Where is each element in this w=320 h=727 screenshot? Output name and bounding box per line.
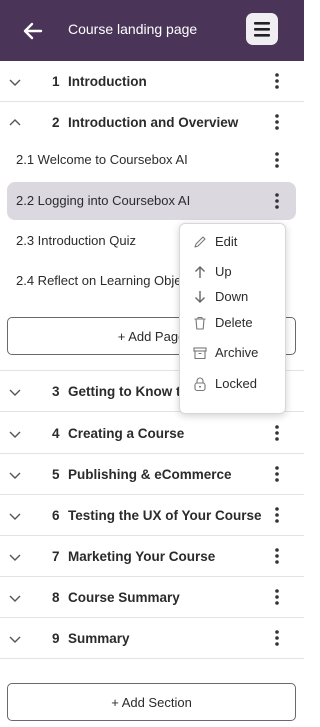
arrow-down-icon [195, 291, 205, 303]
menu-item-label: Up [215, 264, 232, 279]
section-number: 1 [52, 74, 60, 89]
menu-button[interactable] [246, 13, 278, 45]
back-arrow-icon[interactable] [20, 18, 46, 44]
chevron-down-icon[interactable] [8, 632, 22, 646]
chevron-down-icon[interactable] [8, 385, 22, 399]
section-row-2[interactable]: 2 Introduction and Overview [0, 102, 304, 143]
section-title: Publishing & eCommerce [68, 467, 232, 482]
chevron-down-icon[interactable] [8, 468, 22, 482]
hamburger-icon [254, 22, 270, 37]
section-title: Course Summary [68, 590, 180, 605]
section-number: 6 [52, 508, 60, 523]
top-bar: Course landing page [0, 0, 304, 61]
chevron-down-icon[interactable] [8, 427, 22, 441]
lesson-title: 2.2 Logging into Coursebox AI [16, 193, 191, 208]
menu-item-delete[interactable]: Delete [180, 311, 287, 335]
archive-icon [193, 347, 207, 360]
section-row-7[interactable]: 7 Marketing Your Course [0, 536, 304, 577]
section-number: 9 [52, 631, 60, 646]
more-options-icon[interactable] [270, 112, 284, 132]
more-options-icon[interactable] [270, 71, 284, 91]
menu-item-edit[interactable]: Edit [180, 230, 287, 254]
page-title: Course landing page [68, 21, 198, 37]
section-row-5[interactable]: 5 Publishing & eCommerce [0, 454, 304, 495]
section-number: 3 [52, 384, 60, 399]
more-options-icon[interactable] [270, 587, 284, 607]
section-title: Testing the UX of Your Course [68, 508, 262, 523]
pencil-icon [194, 236, 206, 248]
menu-item-label: Archive [215, 345, 259, 360]
chevron-down-icon[interactable] [8, 75, 22, 89]
lesson-title: 2.1 Welcome to Coursebox AI [16, 152, 188, 167]
section-number: 5 [52, 467, 60, 482]
menu-item-up[interactable]: Up [180, 260, 287, 284]
lesson-item[interactable]: 2.1 Welcome to Coursebox AI [7, 141, 296, 179]
section-title: Introduction and Overview [68, 115, 239, 130]
chevron-down-icon[interactable] [8, 509, 22, 523]
lesson-context-menu: Edit Up Down Delete Archive Locked [179, 223, 286, 414]
more-options-icon[interactable] [270, 423, 284, 443]
more-options-icon[interactable] [270, 505, 284, 525]
section-row-8[interactable]: 8 Course Summary [0, 577, 304, 618]
menu-item-label: Down [215, 289, 249, 304]
chevron-down-icon[interactable] [8, 591, 22, 605]
more-options-icon[interactable] [270, 150, 284, 170]
section-title: Marketing Your Course [68, 549, 216, 564]
more-options-icon[interactable] [270, 628, 284, 648]
lesson-title: 2.3 Introduction Quiz [16, 233, 136, 248]
more-options-icon[interactable] [270, 464, 284, 484]
section-row-4[interactable]: 4 Creating a Course [0, 413, 304, 454]
section-title: Summary [68, 631, 130, 646]
section-row-1[interactable]: 1 Introduction [0, 61, 304, 102]
menu-item-down[interactable]: Down [180, 285, 287, 309]
section-number: 2 [52, 115, 60, 130]
section-row-6[interactable]: 6 Testing the UX of Your Course [0, 495, 304, 536]
section-number: 4 [52, 426, 60, 441]
add-section-label: + Add Section [111, 695, 192, 710]
more-options-icon[interactable] [270, 546, 284, 566]
menu-item-label: Locked [215, 376, 257, 391]
arrow-up-icon [195, 266, 205, 278]
lock-icon [194, 377, 206, 392]
chevron-up-icon[interactable] [8, 116, 22, 130]
section-title: Introduction [68, 74, 147, 89]
section-row-9[interactable]: 9 Summary [0, 618, 304, 659]
trash-icon [194, 316, 206, 330]
menu-item-label: Delete [215, 315, 253, 330]
chevron-down-icon[interactable] [8, 550, 22, 564]
lesson-item-active[interactable]: 2.2 Logging into Coursebox AI [7, 182, 296, 220]
more-options-icon[interactable] [270, 191, 284, 211]
menu-item-archive[interactable]: Archive [180, 341, 287, 365]
add-section-button[interactable]: + Add Section [7, 683, 296, 721]
section-title: Creating a Course [68, 426, 185, 441]
menu-item-label: Edit [215, 234, 238, 249]
section-number: 8 [52, 590, 60, 605]
section-number: 7 [52, 549, 60, 564]
menu-item-locked[interactable]: Locked [180, 372, 287, 396]
